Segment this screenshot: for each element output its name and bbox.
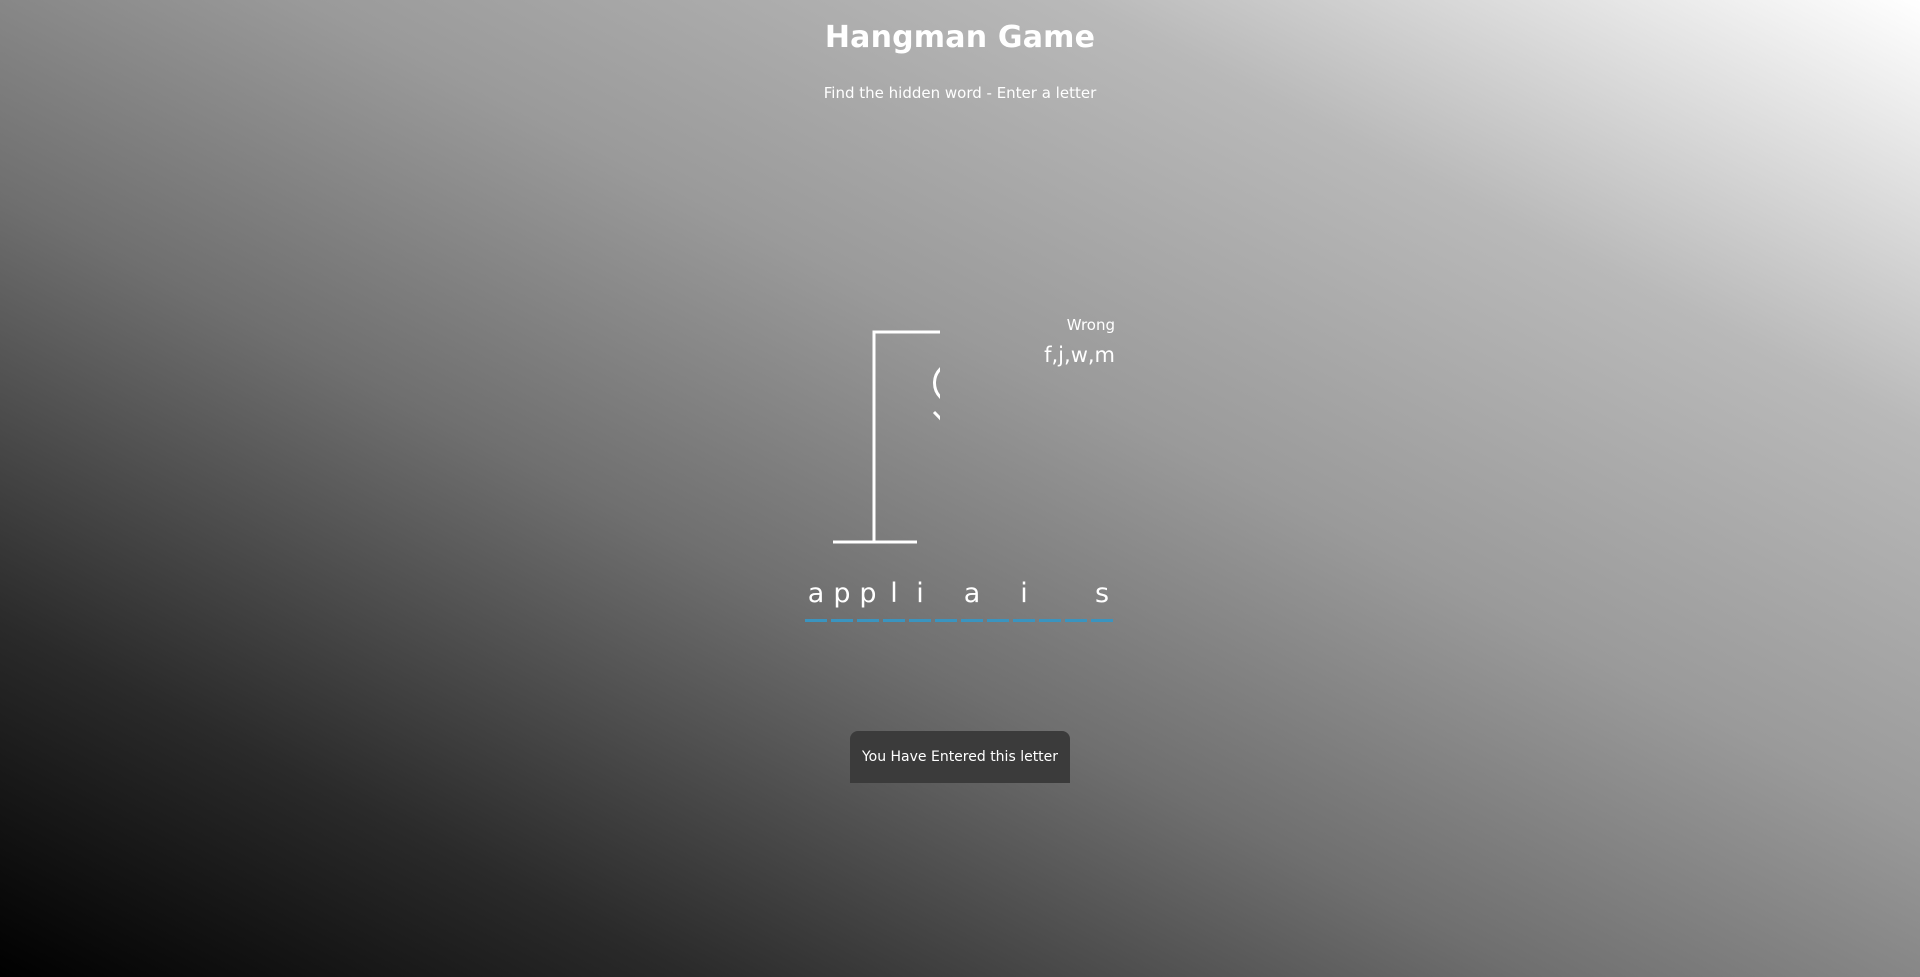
- wrong-label: Wrong: [1066, 316, 1115, 334]
- notification-toast: You Have Entered this letter: [850, 731, 1070, 783]
- hangman-figure: [833, 330, 940, 544]
- hangman-head: [933, 367, 940, 399]
- letter-slot: l: [883, 578, 905, 622]
- letter-slot: [935, 578, 957, 622]
- letter-slot: [987, 578, 1009, 622]
- letter-slot: s: [1091, 578, 1113, 622]
- letter-slot: p: [831, 578, 853, 622]
- game-subtitle: Find the hidden word - Enter a letter: [823, 84, 1097, 102]
- game-title: Hangman Game: [824, 20, 1096, 55]
- hidden-word: a p p l i a i s: [805, 578, 1113, 622]
- letter-slot: i: [909, 578, 931, 622]
- letter-slot: p: [857, 578, 879, 622]
- notification-text: You Have Entered this letter: [861, 749, 1059, 765]
- letter-slot: i: [1013, 578, 1035, 622]
- letter-slot: a: [961, 578, 983, 622]
- letter-slot: [1065, 578, 1087, 622]
- wrong-letters: f,j,w,m: [1044, 343, 1115, 367]
- letter-slot: [1039, 578, 1061, 622]
- letter-slot: a: [805, 578, 827, 622]
- hangman-left-arm: [932, 410, 940, 421]
